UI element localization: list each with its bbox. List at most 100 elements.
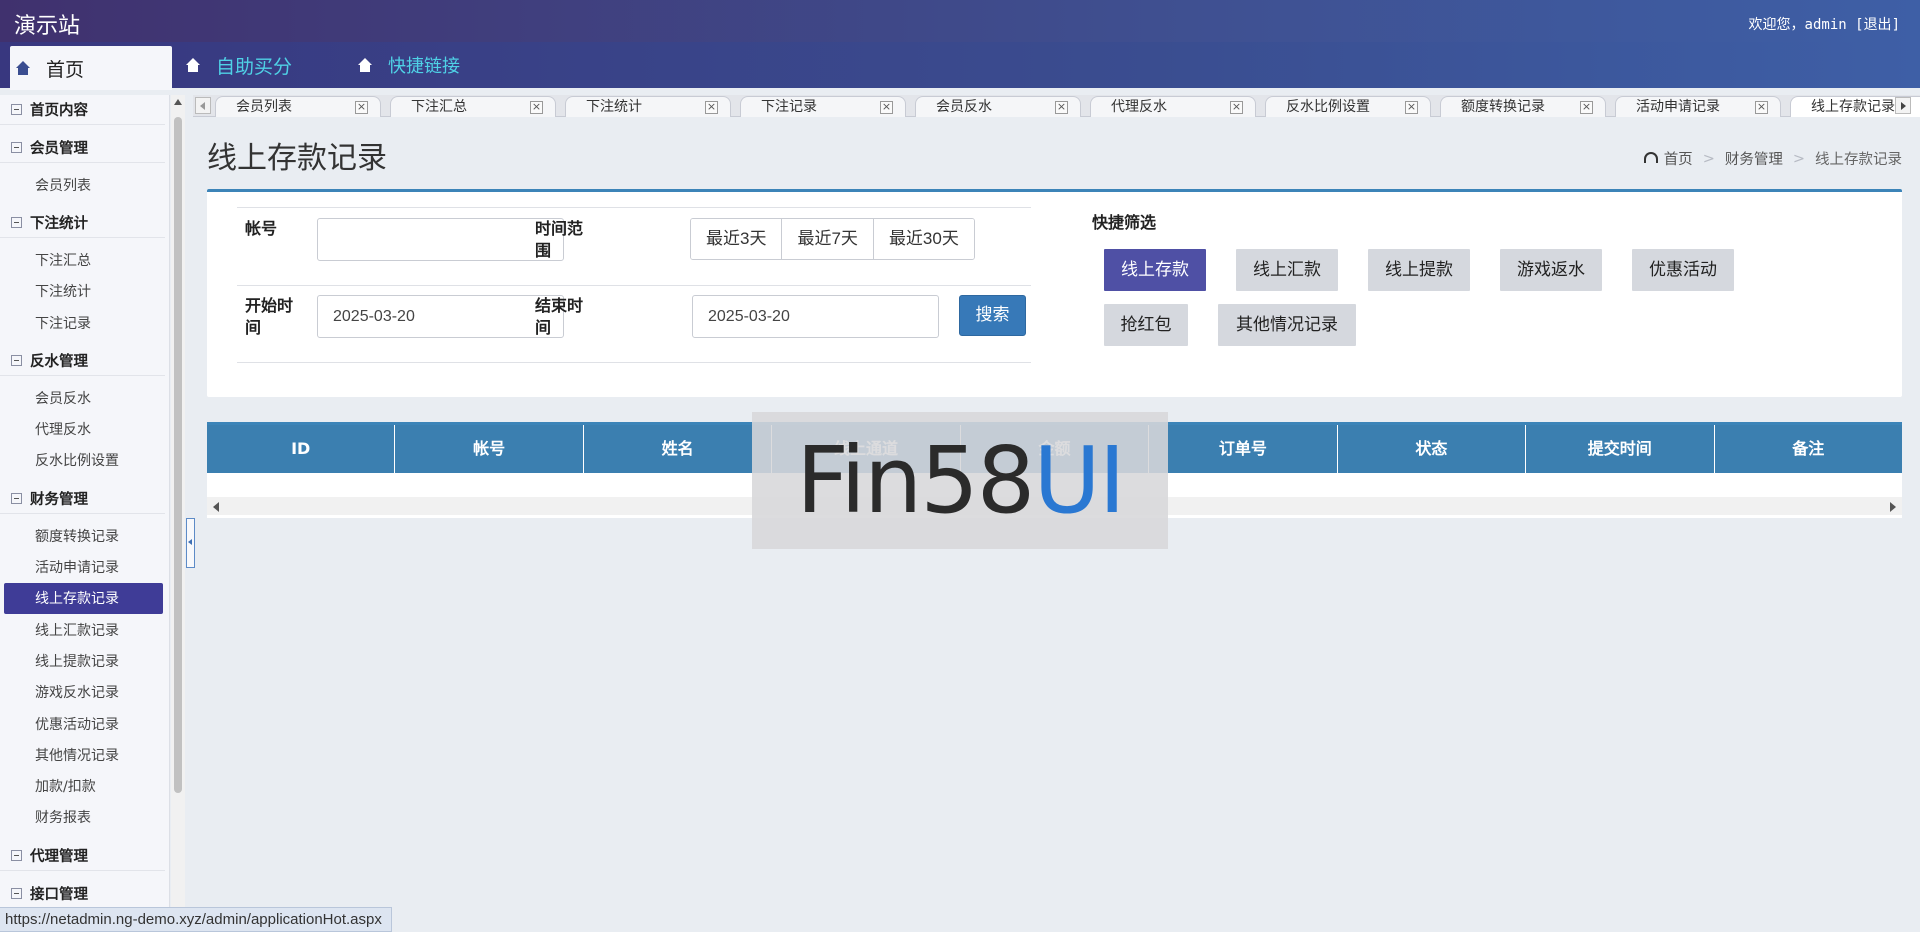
quick-game-rebate-button[interactable]: 游戏返水: [1500, 249, 1602, 291]
tab-close-icon[interactable]: ×: [1755, 101, 1768, 114]
collapse-minus-icon[interactable]: [11, 493, 22, 505]
tab[interactable]: 额度转换记录 ×: [1440, 96, 1606, 117]
main-nav: 首页 自助买分 快捷链接: [0, 42, 1920, 90]
tab-bar: 会员列表 × 下注汇总 × 下注统计 × 下注记录 × 会员反水 × 代理反水 × 反水比例设置 × 额度转…: [193, 95, 1920, 117]
sidebar-item[interactable]: 代理反水: [0, 413, 169, 444]
column-header[interactable]: 提交时间: [1526, 425, 1715, 473]
tab-close-icon[interactable]: ×: [355, 101, 368, 114]
range-30-days-button[interactable]: 最近30天: [873, 219, 974, 259]
tab-scroll-right-icon[interactable]: [1895, 97, 1911, 114]
quick-promotion-button[interactable]: 优惠活动: [1632, 249, 1734, 291]
sidebar-item[interactable]: 加款/扣款: [0, 770, 169, 801]
column-header[interactable]: 帐号: [395, 425, 584, 473]
nav-home-tab[interactable]: 首页: [10, 46, 172, 90]
sidebar-item[interactable]: 财务报表: [0, 802, 169, 833]
sidebar-item[interactable]: 优惠活动记录: [0, 708, 169, 739]
breadcrumb-finance[interactable]: 财务管理: [1725, 148, 1783, 169]
collapse-minus-icon[interactable]: [11, 888, 22, 900]
sidebar-scrollbar[interactable]: [171, 95, 185, 932]
quick-online-deposit-button[interactable]: 线上存款: [1104, 249, 1206, 291]
sidebar-group[interactable]: 反水管理: [0, 346, 165, 377]
range-7-days-button[interactable]: 最近7天: [782, 219, 874, 259]
collapse-minus-icon[interactable]: [11, 850, 22, 862]
column-header[interactable]: 姓名: [584, 425, 773, 473]
column-header[interactable]: 订单号: [1149, 425, 1338, 473]
sidebar-item[interactable]: 会员列表: [0, 169, 169, 200]
sidebar-collapse-handle[interactable]: [186, 518, 195, 568]
tab-close-icon[interactable]: ×: [1580, 101, 1593, 114]
sidebar-group[interactable]: 首页内容: [0, 95, 165, 125]
watermark-text-blue: UI: [1033, 427, 1125, 534]
scroll-left-arrow-icon[interactable]: [213, 502, 219, 512]
sidebar-group-label: 会员管理: [30, 141, 88, 157]
column-header[interactable]: ID: [207, 425, 396, 473]
collapse-minus-icon[interactable]: [11, 355, 22, 367]
start-date-input[interactable]: [317, 295, 564, 338]
tab[interactable]: 代理反水 ×: [1090, 96, 1256, 117]
sidebar-group[interactable]: 下注统计: [0, 208, 165, 239]
tab-close-icon[interactable]: ×: [1230, 101, 1243, 114]
quick-other-records-button[interactable]: 其他情况记录: [1218, 304, 1356, 346]
range-3-days-button[interactable]: 最近3天: [691, 219, 783, 259]
sidebar-group[interactable]: 代理管理: [0, 841, 165, 872]
collapse-minus-icon[interactable]: [11, 142, 22, 153]
tab-close-icon[interactable]: ×: [705, 101, 718, 114]
tab[interactable]: 下注统计 ×: [565, 96, 731, 117]
column-header[interactable]: 状态: [1338, 425, 1527, 473]
sidebar-group[interactable]: 财务管理: [0, 484, 165, 515]
tab-scroll-left-icon[interactable]: [195, 97, 211, 114]
collapse-minus-icon[interactable]: [11, 217, 22, 229]
quick-online-remit-button[interactable]: 线上汇款: [1236, 249, 1338, 291]
tab-close-icon[interactable]: ×: [880, 101, 893, 114]
sidebar-item[interactable]: 下注统计: [0, 276, 169, 307]
sidebar-item[interactable]: 线上提款记录: [0, 645, 169, 676]
sidebar-item[interactable]: 反水比例设置: [0, 445, 169, 476]
sidebar-item[interactable]: 其他情况记录: [0, 739, 169, 770]
breadcrumb-home[interactable]: 首页: [1664, 148, 1693, 169]
sidebar-item[interactable]: 下注汇总: [0, 244, 169, 275]
tab[interactable]: 会员反水 ×: [915, 96, 1081, 117]
tab-label: 下注汇总: [411, 99, 467, 115]
tab[interactable]: 反水比例设置 ×: [1265, 96, 1431, 117]
sidebar-item[interactable]: 下注记录: [0, 307, 169, 338]
nav-quick-links[interactable]: 快捷链接: [358, 42, 460, 88]
sidebar-item[interactable]: 游戏反水记录: [0, 677, 169, 708]
quick-red-packet-button[interactable]: 抢红包: [1104, 304, 1188, 346]
sidebar-item[interactable]: 线上存款记录: [4, 582, 163, 614]
sidebar-item[interactable]: 会员反水: [0, 382, 169, 413]
page-title: 线上存款记录: [207, 141, 387, 176]
collapse-minus-icon[interactable]: [11, 104, 22, 115]
scroll-up-arrow-icon[interactable]: [174, 99, 182, 105]
sidebar-item[interactable]: 线上汇款记录: [0, 614, 169, 645]
end-date-input[interactable]: [692, 295, 939, 338]
tab-close-icon[interactable]: ×: [1055, 101, 1068, 114]
tab[interactable]: 下注记录 ×: [740, 96, 906, 117]
search-button[interactable]: 搜索: [959, 295, 1026, 336]
home-icon: [16, 61, 30, 75]
scroll-thumb[interactable]: [174, 117, 182, 793]
quick-online-withdraw-button[interactable]: 线上提款: [1368, 249, 1470, 291]
sidebar-group[interactable]: 会员管理: [0, 133, 165, 163]
dashboard-icon: [1643, 152, 1658, 163]
tab-label: 线上存款记录: [1811, 99, 1895, 115]
tab[interactable]: 下注汇总 ×: [390, 96, 556, 117]
account-input[interactable]: [317, 218, 564, 261]
tab-close-icon[interactable]: ×: [530, 101, 543, 114]
tab[interactable]: 活动申请记录 ×: [1615, 96, 1781, 117]
breadcrumb-current: 线上存款记录: [1815, 152, 1902, 168]
tab-label: 活动申请记录: [1636, 99, 1720, 115]
sidebar-group[interactable]: 接口管理: [0, 879, 165, 910]
column-header[interactable]: 备注: [1715, 425, 1902, 473]
nav-self-service[interactable]: 自助买分: [186, 42, 292, 88]
scroll-right-arrow-icon[interactable]: [1890, 502, 1896, 512]
logout-link[interactable]: 退出: [1864, 17, 1892, 33]
account-label: 帐号: [245, 219, 278, 238]
sidebar-item[interactable]: 活动申请记录: [0, 551, 169, 582]
tab[interactable]: 会员列表 ×: [215, 96, 381, 117]
tab-close-icon[interactable]: ×: [1405, 101, 1418, 114]
sidebar-item[interactable]: 额度转换记录: [0, 520, 169, 551]
